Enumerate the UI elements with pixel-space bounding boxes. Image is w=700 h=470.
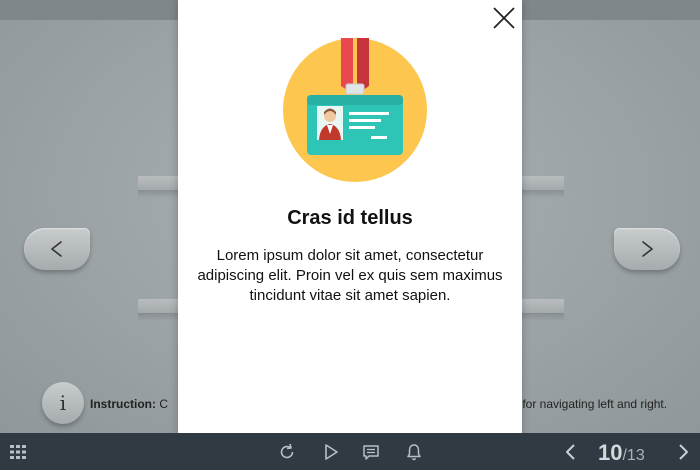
info-icon: i [59, 391, 67, 415]
slide-next-button[interactable] [614, 228, 680, 270]
previous-slide-button[interactable] [560, 433, 582, 470]
chevron-right-icon [642, 241, 653, 257]
info-button[interactable]: i [42, 382, 84, 424]
page-total: /13 [622, 447, 645, 464]
shelf-left-lower [138, 299, 180, 321]
chevron-left-icon [51, 241, 62, 257]
instruction-text-end: s for navigating left and right. [513, 397, 668, 411]
notes-button[interactable] [360, 433, 382, 470]
next-slide-button[interactable] [672, 433, 694, 470]
page-counter: 10 /13 [598, 433, 645, 470]
play-button[interactable] [320, 433, 342, 470]
chevron-left-icon [566, 443, 575, 460]
close-icon [493, 7, 515, 29]
shelf-right-upper [522, 176, 564, 198]
popup-modal: Cras id tellus Lorem ipsum dolor sit ame… [178, 0, 522, 436]
shelf-left-upper [138, 176, 180, 198]
notifications-button[interactable] [403, 433, 425, 470]
close-button[interactable] [490, 4, 518, 32]
page-current: 10 [598, 440, 623, 465]
bell-icon [407, 443, 421, 460]
modal-body-text: Lorem ipsum dolor sit amet, consectetur … [197, 247, 503, 304]
chevron-right-icon [679, 443, 688, 460]
replay-button[interactable] [276, 433, 298, 470]
modal-title: Cras id tellus [287, 207, 413, 229]
instruction-text-start: C [159, 397, 169, 411]
play-icon [325, 443, 338, 460]
player-bottom-bar: 10 /13 [0, 433, 700, 470]
badge-icon [283, 38, 427, 182]
menu-grid-icon [10, 444, 26, 459]
notes-icon [363, 444, 379, 460]
menu-button[interactable] [6, 433, 30, 470]
slide-prev-button[interactable] [24, 228, 90, 270]
shelf-right-lower [522, 299, 564, 321]
replay-icon [280, 443, 294, 458]
instruction-label: Instruction: [90, 397, 156, 411]
instruction-text: Instruction: C [90, 397, 168, 411]
